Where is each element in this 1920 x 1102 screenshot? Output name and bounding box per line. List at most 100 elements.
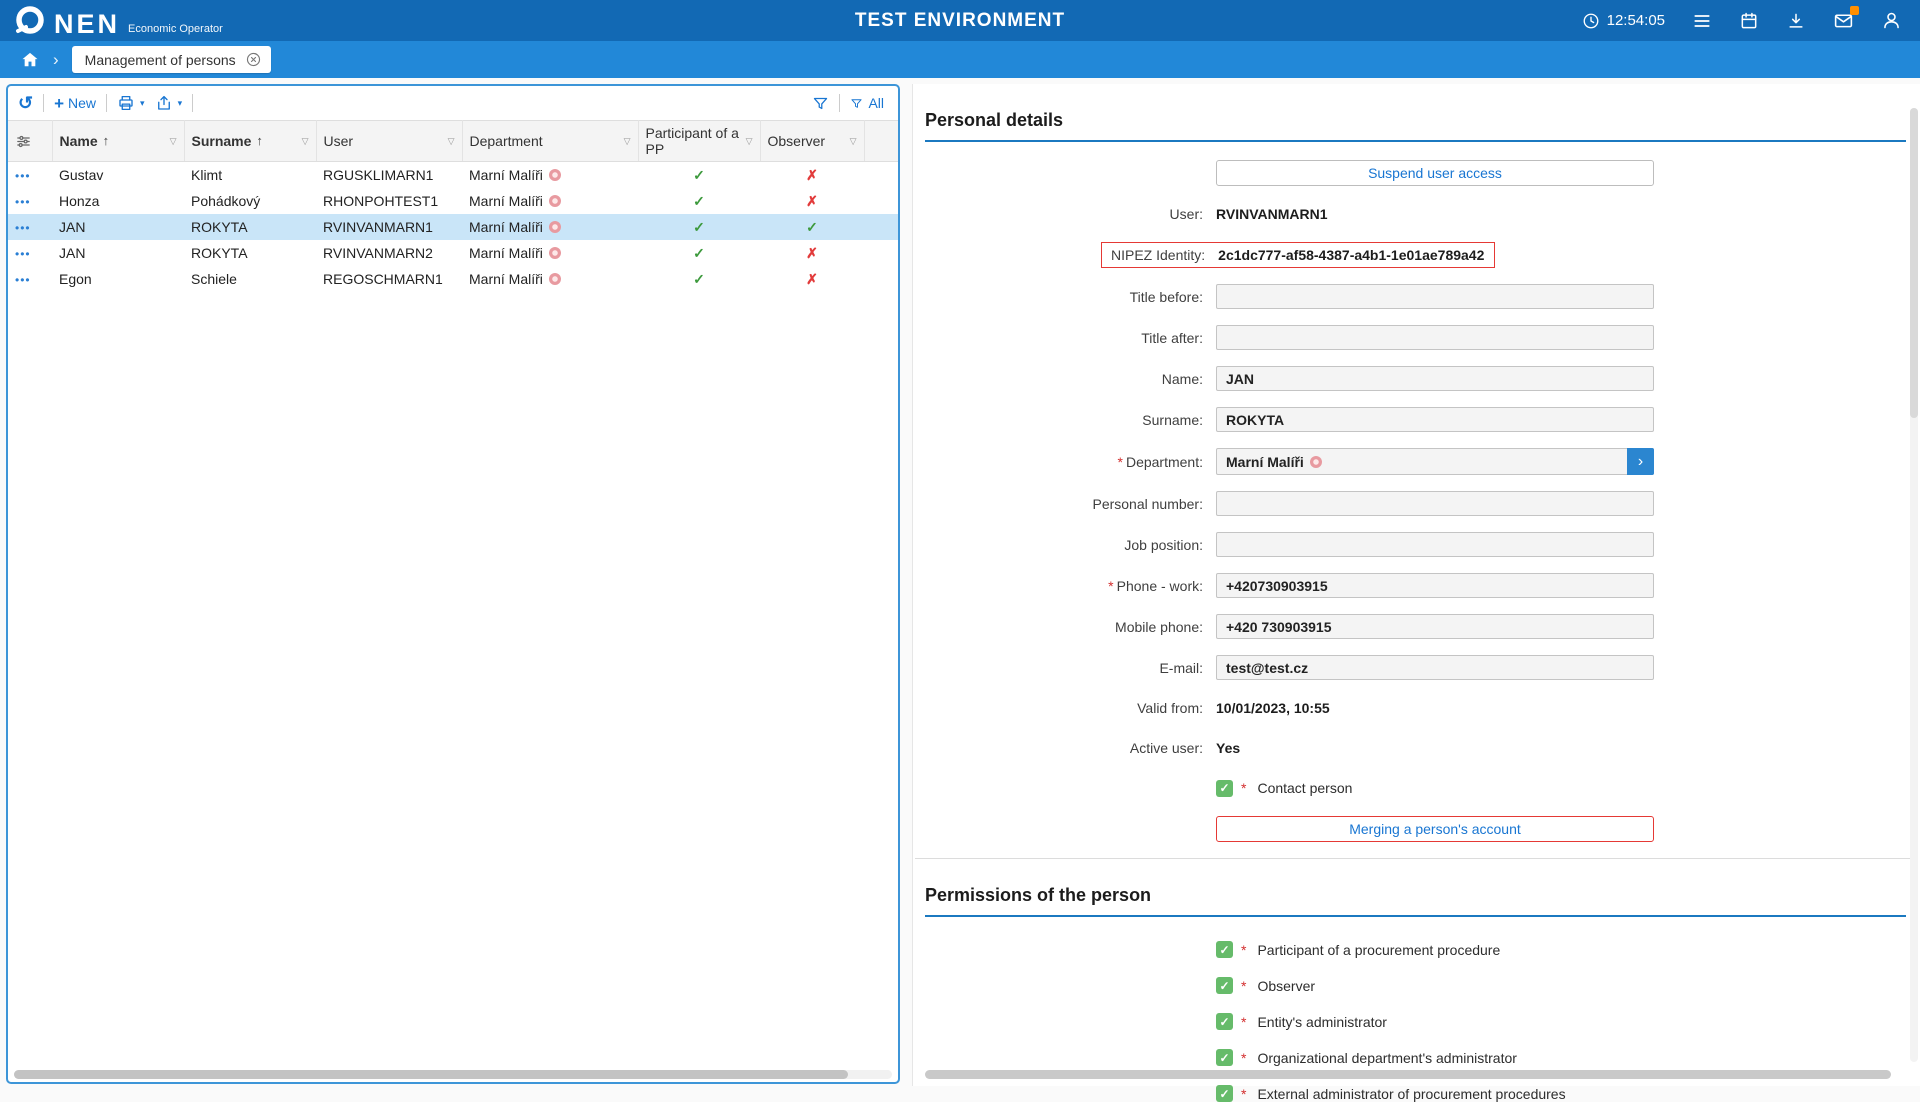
permission-label: Observer	[1257, 978, 1315, 994]
column-filter-icon[interactable]: ▽	[746, 136, 753, 146]
topbar-actions: 12:54:05	[1582, 0, 1902, 41]
checkbox-checked-icon[interactable]: ✓	[1216, 977, 1233, 994]
column-filter-icon[interactable]: ▽	[448, 136, 455, 146]
surname-input[interactable]	[1216, 407, 1654, 432]
phone-work-input[interactable]	[1216, 573, 1654, 598]
vertical-scrollbar[interactable]	[1910, 108, 1918, 1062]
row-menu-icon[interactable]: •••	[15, 247, 31, 261]
row-menu-icon[interactable]: •••	[15, 273, 31, 287]
merge-account-button[interactable]: Merging a person's account	[1216, 816, 1654, 842]
filter-preset-label: All	[868, 95, 884, 111]
field-label: Title before:	[925, 289, 1203, 305]
permission-item: ✓ * Organizational department's administ…	[1216, 1049, 1906, 1066]
department-icon	[1310, 456, 1322, 468]
column-header-surname[interactable]: Surname ↑ ▽	[184, 121, 316, 162]
personal-number-input[interactable]	[1216, 491, 1654, 516]
column-header-observer[interactable]: Observer ▽	[760, 121, 864, 162]
filter-preset-dropdown[interactable]: All	[850, 95, 884, 111]
horizontal-scrollbar[interactable]	[14, 1070, 892, 1079]
field-row-surname: Surname:	[925, 407, 1906, 432]
permission-item: ✓ * External administrator of procuremen…	[1216, 1085, 1906, 1102]
row-menu-icon[interactable]: •••	[15, 195, 31, 209]
checkbox-checked-icon[interactable]: ✓	[1216, 941, 1233, 958]
job-position-input[interactable]	[1216, 532, 1654, 557]
menu-button[interactable]	[1692, 11, 1712, 31]
field-label: Active user:	[925, 740, 1203, 756]
table-row[interactable]: ••• Gustav Klimt RGUSKLIMARN1 Marní Malí…	[8, 162, 898, 189]
table-row[interactable]: ••• Egon Schiele REGOSCHMARN1 Marní Malí…	[8, 266, 898, 292]
environment-title: TEST ENVIRONMENT	[855, 10, 1065, 32]
email-input[interactable]	[1216, 655, 1654, 680]
field-label: *Department:	[925, 454, 1203, 470]
checkbox-checked-icon[interactable]: ✓	[1216, 1049, 1233, 1066]
field-row-phone-work: *Phone - work:	[925, 573, 1906, 598]
table-row-selected[interactable]: ••• JAN ROKYTA RVINVANMARN1 Marní Malíři…	[8, 214, 898, 240]
cross-icon: ✗	[806, 167, 818, 183]
horizontal-scrollbar[interactable]	[925, 1070, 1891, 1079]
calendar-icon	[1739, 11, 1759, 31]
field-label: Job position:	[925, 537, 1203, 553]
column-header-name[interactable]: Name ↑ ▽	[52, 121, 184, 162]
check-icon: ✓	[806, 219, 818, 235]
table-row[interactable]: ••• Honza Pohádkový RHONPOHTEST1 Marní M…	[8, 188, 898, 214]
printer-icon	[117, 94, 135, 112]
name-input[interactable]	[1216, 366, 1654, 391]
plus-icon: +	[54, 95, 64, 112]
field-row-name: Name:	[925, 366, 1906, 391]
new-person-button[interactable]: + New	[54, 95, 96, 112]
checkbox-checked-icon[interactable]: ✓	[1216, 780, 1233, 797]
mobile-phone-input[interactable]	[1216, 614, 1654, 639]
field-label: *Phone - work:	[925, 578, 1203, 594]
table-row[interactable]: ••• JAN ROKYTA RVINVANMARN2 Marní Malíři…	[8, 240, 898, 266]
column-filter-icon[interactable]: ▽	[302, 136, 309, 146]
profile-button[interactable]	[1881, 10, 1902, 31]
scrollbar-thumb[interactable]	[1910, 108, 1918, 418]
row-menu-icon[interactable]: •••	[15, 221, 31, 235]
required-mark: *	[1108, 578, 1113, 594]
calendar-button[interactable]	[1739, 11, 1759, 31]
filter-button[interactable]	[812, 95, 829, 112]
refresh-button[interactable]: ↺	[18, 94, 33, 112]
sort-asc-icon: ↑	[103, 134, 110, 149]
export-button[interactable]: ▾	[155, 94, 183, 112]
column-chooser[interactable]	[8, 121, 52, 162]
row-menu-icon[interactable]: •••	[15, 169, 31, 183]
messages-button[interactable]	[1833, 10, 1854, 31]
sort-asc-icon: ↑	[256, 134, 263, 149]
field-label: Name:	[925, 371, 1203, 387]
tab-management-of-persons[interactable]: Management of persons	[72, 46, 271, 73]
field-label: Title after:	[925, 330, 1203, 346]
column-filter-icon[interactable]: ▽	[624, 136, 631, 146]
suspend-row: Suspend user access	[925, 160, 1906, 186]
column-header-participant[interactable]: Participant of a PP ▽	[638, 121, 760, 162]
column-header-user[interactable]: User ▽	[316, 121, 462, 162]
department-field[interactable]: Marní Malíři ›	[1216, 448, 1654, 475]
department-lookup-button[interactable]: ›	[1627, 448, 1654, 475]
checkbox-checked-icon[interactable]: ✓	[1216, 1085, 1233, 1102]
tab-close-button[interactable]	[245, 51, 262, 68]
field-label: Valid from:	[925, 700, 1203, 716]
column-filter-icon[interactable]: ▽	[850, 136, 857, 146]
print-button[interactable]: ▾	[117, 94, 145, 112]
column-header-department[interactable]: Department ▽	[462, 121, 638, 162]
suspend-user-access-button[interactable]: Suspend user access	[1216, 160, 1654, 186]
new-button-label: New	[68, 95, 96, 111]
section-rule	[925, 915, 1906, 917]
download-button[interactable]	[1786, 11, 1806, 31]
notification-badge	[1850, 6, 1859, 15]
scrollbar-thumb[interactable]	[14, 1070, 848, 1079]
contact-person-row: ✓ * Contact person	[925, 776, 1906, 800]
column-filter-icon[interactable]: ▽	[170, 136, 177, 146]
permission-label: Entity's administrator	[1257, 1014, 1387, 1030]
check-icon: ✓	[693, 193, 705, 209]
field-row-mobile-phone: Mobile phone:	[925, 614, 1906, 639]
check-icon: ✓	[693, 245, 705, 261]
title-before-input[interactable]	[1216, 284, 1654, 309]
home-button[interactable]	[20, 50, 40, 70]
title-after-input[interactable]	[1216, 325, 1654, 350]
department-icon	[549, 169, 561, 181]
checkbox-checked-icon[interactable]: ✓	[1216, 1013, 1233, 1030]
field-row-active-user: Active user: Yes	[925, 736, 1906, 760]
cross-icon: ✗	[806, 271, 818, 287]
person-icon	[1881, 10, 1902, 31]
